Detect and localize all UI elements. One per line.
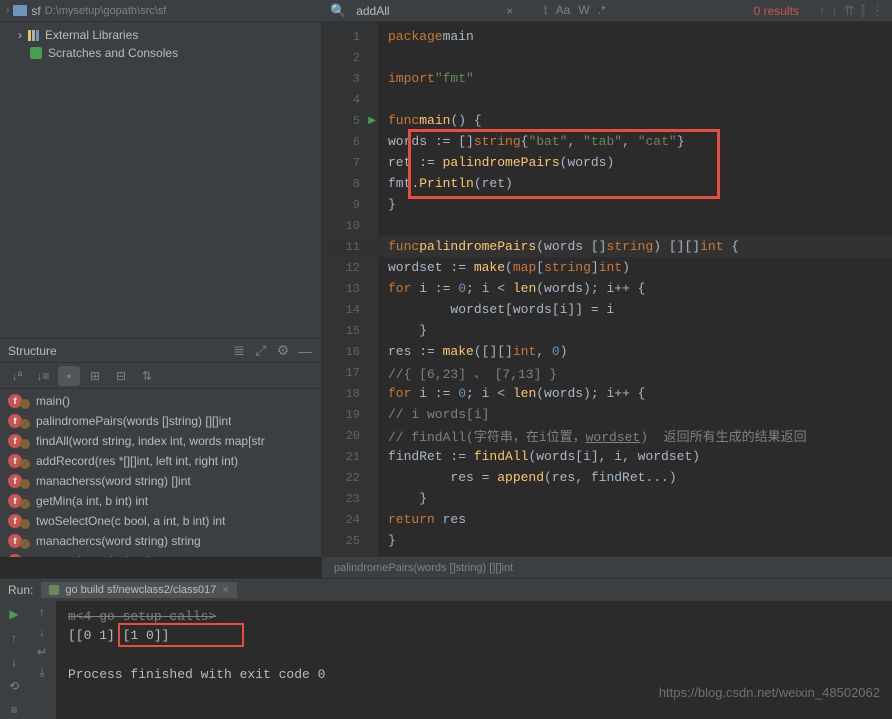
more-icon[interactable]: ⋮ xyxy=(871,3,884,19)
structure-item[interactable]: ffindAll(word string, index int, words m… xyxy=(0,431,321,451)
print-icon[interactable]: ≡ xyxy=(5,701,23,719)
run-tab[interactable]: go build sf/newclass2/class017 × xyxy=(41,582,236,598)
wrap-icon[interactable]: ⟲ xyxy=(5,677,23,695)
tree-item-libraries[interactable]: › External Libraries xyxy=(0,26,321,44)
run-gutter-icon[interactable]: ▶ xyxy=(368,115,376,127)
tree-label: External Libraries xyxy=(45,28,138,42)
highlight-annotation xyxy=(118,623,244,647)
collapse-icon[interactable]: ≣ xyxy=(231,343,247,359)
code-editor[interactable]: 1234 5▶ 678910 11 12131415 16171819 2021… xyxy=(322,22,892,556)
match-case-toggle[interactable]: Aa xyxy=(556,3,571,18)
words-toggle[interactable]: W xyxy=(578,3,589,18)
prev-match-icon[interactable]: ↑ xyxy=(819,3,826,19)
project-tree[interactable]: › External Libraries Scratches and Conso… xyxy=(0,22,321,66)
structure-panel: Structure ≣ ⤢ ⚙ — ↓ª ↓≡ ▪ ⊞ ⊟ ⇅ fmain() … xyxy=(0,338,322,557)
tree-item-scratches[interactable]: Scratches and Consoles xyxy=(0,44,321,62)
structure-item[interactable]: fpalindromePairs(words []string) [][]int xyxy=(0,411,321,431)
context-path: palindromePairs(words []string) [][]int xyxy=(334,562,513,574)
search-results-count: 0 results xyxy=(754,4,799,18)
run-toolbar: ▶ ↑ ↓ ⟲ ≡ xyxy=(0,601,28,719)
setup-line: m<4 go setup calls> xyxy=(68,609,880,624)
lock-icon xyxy=(20,539,30,549)
run-header: Run: go build sf/newclass2/class017 × xyxy=(0,579,892,601)
structure-item[interactable]: fmanacherss(word string) []int xyxy=(0,471,321,491)
structure-list[interactable]: fmain() fpalindromePairs(words []string)… xyxy=(0,389,321,557)
clear-icon[interactable]: × xyxy=(506,4,513,18)
expand-all-icon[interactable]: ⊞ xyxy=(84,366,106,386)
folder-icon xyxy=(13,5,27,16)
up-arrow-icon[interactable]: ↑ xyxy=(39,605,45,619)
sort-icon[interactable]: ↓ª xyxy=(6,366,28,386)
select-all-icon[interactable]: ⇈ xyxy=(844,3,855,19)
autoscroll-icon[interactable]: ⇅ xyxy=(136,366,158,386)
lock-icon xyxy=(20,499,30,509)
library-icon xyxy=(28,30,39,41)
structure-header: Structure ≣ ⤢ ⚙ — xyxy=(0,339,321,363)
scroll-icon[interactable]: ⤓ xyxy=(39,665,44,680)
expand-icon[interactable]: ⤢ xyxy=(253,343,269,359)
lock-icon xyxy=(20,459,30,469)
gutter[interactable]: 1234 5▶ 678910 11 12131415 16171819 2021… xyxy=(322,22,378,556)
lock-icon xyxy=(20,419,30,429)
structure-item[interactable]: fmain() xyxy=(0,391,321,411)
fields-icon[interactable]: ▪ xyxy=(58,366,80,386)
watermark: https://blog.csdn.net/weixin_48502062 xyxy=(659,685,880,700)
search-icon[interactable]: 🔍 xyxy=(330,3,346,19)
structure-title: Structure xyxy=(8,344,225,358)
soft-wrap-icon[interactable]: ↵ xyxy=(37,645,47,659)
chevron-right-icon: › xyxy=(18,28,22,42)
go-icon xyxy=(49,585,59,595)
search-input[interactable]: addAll xyxy=(356,4,496,18)
regex-toggle[interactable]: .* xyxy=(598,3,606,18)
function-icon: f xyxy=(8,554,22,557)
structure-item[interactable]: freverse(str string) string xyxy=(0,551,321,557)
exit-line: Process finished with exit code 0 xyxy=(68,667,880,682)
stop-icon[interactable]: ↑ xyxy=(5,629,23,647)
editor-status: palindromePairs(words []string) [][]int xyxy=(322,556,892,578)
lock-icon xyxy=(20,519,30,529)
down-arrow-icon[interactable]: ↓ xyxy=(39,625,45,639)
tree-label: Scratches and Consoles xyxy=(48,46,178,60)
scratch-icon xyxy=(30,47,42,59)
highlight-annotation xyxy=(408,129,720,199)
structure-item[interactable]: fmanachercs(word string) string xyxy=(0,531,321,551)
rerun-icon[interactable]: ▶ xyxy=(5,605,23,623)
next-match-icon[interactable]: ↓ xyxy=(831,3,838,19)
code-area[interactable]: package main import "fmt" func main() { … xyxy=(378,22,892,556)
lock-icon xyxy=(20,439,30,449)
project-path: D:\mysetup\gopath\src\sf xyxy=(45,5,167,17)
structure-item[interactable]: ftwoSelectOne(c bool, a int, b int) int xyxy=(0,511,321,531)
run-output[interactable]: m<4 go setup calls> [[0 1] [1 0]] Proces… xyxy=(56,601,892,719)
run-label: Run: xyxy=(8,583,33,597)
down-icon[interactable]: ↓ xyxy=(5,653,23,671)
structure-toolbar: ↓ª ↓≡ ▪ ⊞ ⊟ ⇅ xyxy=(0,363,321,389)
pin-icon[interactable]: ⟟ xyxy=(543,3,547,18)
structure-item[interactable]: faddRecord(res *[][]int, left int, right… xyxy=(0,451,321,471)
filter-icon[interactable]: ⫿ xyxy=(861,3,865,19)
search-bar: 🔍 addAll × ⟟ Aa W .* 0 results ↑ ↓ ⇈ ⫿ ⋮ xyxy=(322,0,892,22)
collapse-all-icon[interactable]: ⊟ xyxy=(110,366,132,386)
close-icon[interactable]: × xyxy=(222,584,228,596)
gear-icon[interactable]: ⚙ xyxy=(275,343,291,359)
hide-icon[interactable]: — xyxy=(297,343,313,359)
lock-icon xyxy=(20,479,30,489)
sort-vis-icon[interactable]: ↓≡ xyxy=(32,366,54,386)
lock-icon xyxy=(20,399,30,409)
chevron-right-icon: › xyxy=(6,5,9,16)
structure-item[interactable]: fgetMin(a int, b int) int xyxy=(0,491,321,511)
project-name: sf xyxy=(31,4,40,18)
